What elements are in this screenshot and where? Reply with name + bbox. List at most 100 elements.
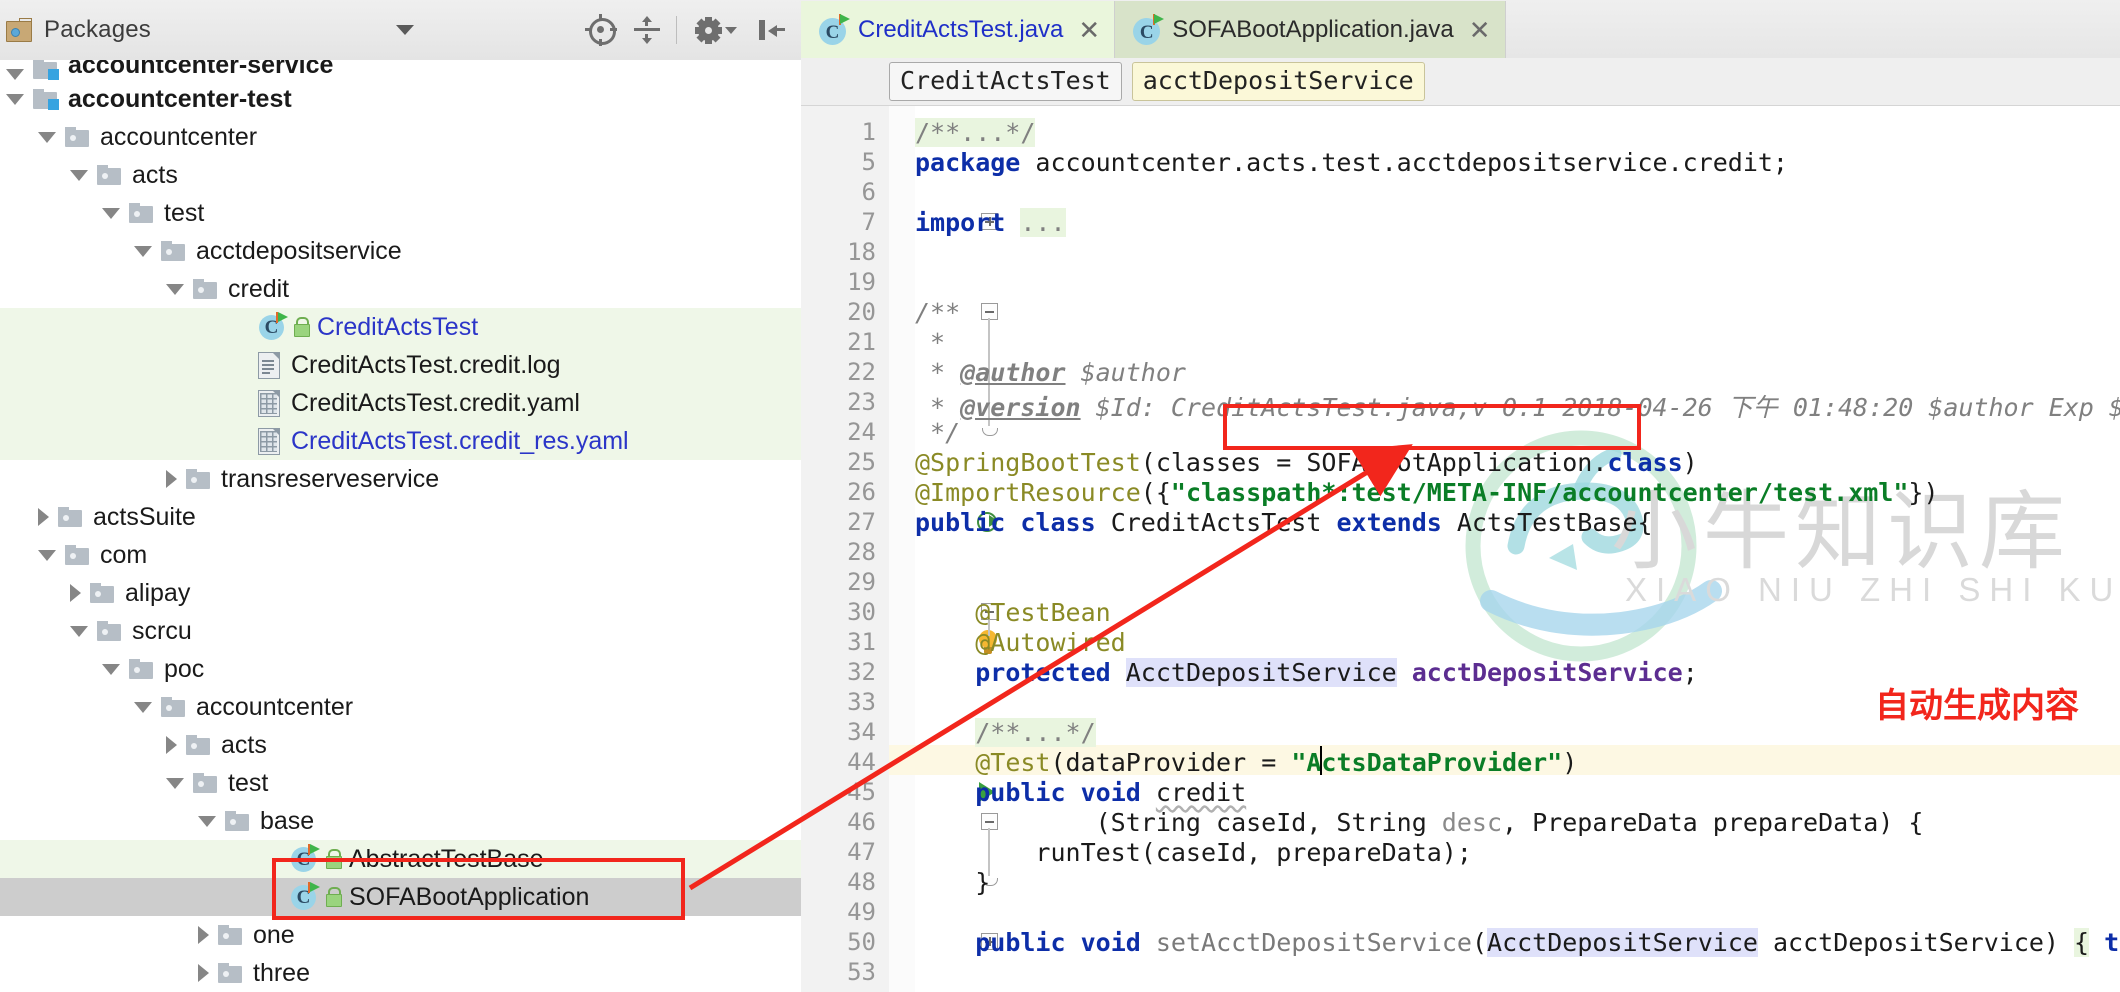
- chevron-right-icon[interactable]: [70, 584, 81, 602]
- tree-item-acts[interactable]: acts: [0, 726, 801, 764]
- code-line[interactable]: @SpringBootTest(classes = SOFABootApplic…: [915, 448, 1698, 477]
- chevron-down-icon[interactable]: [70, 169, 88, 181]
- chevron-down-icon[interactable]: [38, 131, 56, 143]
- tree-item-alipay[interactable]: alipay: [0, 574, 801, 612]
- tree-item-accountcenter-service[interactable]: accountcenter-service: [0, 60, 801, 80]
- code-line[interactable]: * @version $Id: CreditActsTest.java,v 0.…: [915, 388, 2120, 424]
- tree-item-transreserveservice[interactable]: transreserveservice: [0, 460, 801, 498]
- breadcrumb-item[interactable]: CreditActsTest: [889, 62, 1122, 101]
- close-icon[interactable]: ✕: [1469, 17, 1491, 43]
- chevron-right-icon[interactable]: [166, 736, 177, 754]
- tree-item-acctdepositservice[interactable]: acctdepositservice: [0, 232, 801, 270]
- tree-item-label: CreditActsTest.credit.log: [291, 350, 561, 379]
- line-number: 29: [847, 568, 876, 596]
- editor-tab-sofabootapplication-java[interactable]: C SOFABootApplication.java ✕: [1115, 1, 1506, 58]
- watermark-pinyin-text: XIAO NIU ZHI SHI KU: [1625, 571, 2120, 608]
- chevron-down-icon[interactable]: [166, 777, 184, 789]
- code-line[interactable]: */: [915, 418, 960, 447]
- locate-in-tree-button[interactable]: [578, 7, 624, 53]
- tree-item-poc[interactable]: poc: [0, 650, 801, 688]
- code-line[interactable]: (String caseId, String desc, PrepareData…: [915, 808, 1924, 837]
- hide-panel-button[interactable]: [749, 7, 795, 53]
- chevron-down-icon[interactable]: [102, 663, 120, 675]
- yaml-file-icon: [257, 427, 281, 455]
- tree-item-one[interactable]: one: [0, 916, 801, 954]
- code-line[interactable]: }: [915, 988, 930, 992]
- chevron-down-icon[interactable]: [198, 815, 216, 827]
- watermark-logo-icon: [1465, 430, 1722, 662]
- chevron-down-icon[interactable]: [396, 25, 414, 35]
- chevron-down-icon[interactable]: [6, 93, 24, 105]
- tree-item-scrcu[interactable]: scrcu: [0, 612, 801, 650]
- code-line[interactable]: /**: [915, 298, 960, 327]
- chevron-down-icon[interactable]: [70, 625, 88, 637]
- chevron-right-icon[interactable]: [166, 470, 177, 488]
- code-line[interactable]: }: [915, 868, 990, 897]
- project-tree[interactable]: accountcenter-service accountcenter-test a…: [0, 60, 801, 992]
- chevron-down-icon[interactable]: [725, 26, 737, 34]
- code-line[interactable]: protected AcctDepositService acctDeposit…: [915, 658, 1698, 687]
- chevron-down-icon[interactable]: [38, 549, 56, 561]
- chevron-down-icon[interactable]: [134, 701, 152, 713]
- code-line[interactable]: *: [915, 328, 945, 357]
- collapse-all-button[interactable]: [624, 7, 670, 53]
- public-lock-icon: [325, 887, 342, 907]
- tree-item-creditactstest-credit-res-yaml[interactable]: CreditActsTest.credit_res.yaml: [0, 422, 801, 460]
- code-line[interactable]: /**...*/: [915, 118, 1036, 147]
- tree-item-abstracttestbase[interactable]: C AbstractTestBase: [0, 840, 801, 878]
- tree-item-accountcenter-test[interactable]: accountcenter-test: [0, 80, 801, 118]
- breadcrumb-item[interactable]: acctDepositService: [1131, 62, 1425, 101]
- code-line[interactable]: import ...: [915, 208, 1066, 237]
- tree-item-accountcenter[interactable]: accountcenter: [0, 688, 801, 726]
- close-icon[interactable]: ✕: [1078, 17, 1100, 43]
- chevron-right-icon[interactable]: [198, 964, 209, 982]
- editor-tabs: C CreditActsTest.java ✕ C SOFABootApplicatio…: [801, 0, 2120, 59]
- tree-item-creditactstest[interactable]: C CreditActsTest: [0, 308, 801, 346]
- code-line[interactable]: * @author $author: [915, 358, 1186, 387]
- line-number: 18: [847, 238, 876, 266]
- chevron-down-icon[interactable]: [102, 207, 120, 219]
- code-line[interactable]: public void setAcctDepositService(AcctDe…: [915, 928, 2120, 957]
- tree-item-creditactstest-credit-yaml[interactable]: CreditActsTest.credit.yaml: [0, 384, 801, 422]
- tree-item-creditactstest-credit-log[interactable]: CreditActsTest.credit.log: [0, 346, 801, 384]
- tree-item-accountcenter[interactable]: accountcenter: [0, 118, 801, 156]
- view-selector[interactable]: Packages: [6, 7, 414, 53]
- ide-window: Packages accountcenter-service accountce…: [0, 0, 2120, 992]
- code-line[interactable]: package accountcenter.acts.test.acctdepo…: [915, 148, 1788, 177]
- tree-item-base[interactable]: base: [0, 802, 801, 840]
- code-line[interactable]: @TestBean: [915, 598, 1110, 627]
- code-line[interactable]: public void credit: [915, 778, 1246, 807]
- line-number: 26: [847, 478, 876, 506]
- code-line[interactable]: runTest(caseId, prepareData);: [915, 838, 1472, 867]
- chevron-right-icon[interactable]: [38, 508, 49, 526]
- tree-item-test[interactable]: test: [0, 194, 801, 232]
- tree-item-credit[interactable]: credit: [0, 270, 801, 308]
- tree-item-sofabootapplication[interactable]: C SOFABootApplication: [0, 878, 801, 916]
- tree-item-com[interactable]: com: [0, 536, 801, 574]
- editor-tab-creditactstest-java[interactable]: C CreditActsTest.java ✕: [801, 1, 1116, 58]
- tree-item-three[interactable]: three: [0, 954, 801, 992]
- tree-item-actssuite[interactable]: actsSuite: [0, 498, 801, 536]
- code-line[interactable]: public class CreditActsTest extends Acts…: [915, 508, 1653, 537]
- code-folding-column[interactable]: [889, 106, 998, 992]
- chevron-down-icon[interactable]: [6, 69, 24, 80]
- folder-icon: [218, 924, 244, 946]
- fold-end-icon[interactable]: [982, 428, 998, 437]
- settings-button[interactable]: [683, 7, 749, 53]
- chevron-down-icon[interactable]: [166, 283, 184, 295]
- yaml-file-icon: [257, 389, 281, 417]
- chevron-down-icon[interactable]: [134, 245, 152, 257]
- code-line[interactable]: @Autowired: [915, 628, 1126, 657]
- tree-item-acts[interactable]: acts: [0, 156, 801, 194]
- log-file-icon: [257, 351, 281, 379]
- code-editor[interactable]: 1 5 6 7 18 19 20 21 22 23 24 25 26 27 28 29 30 31 32 33 34 44…: [801, 106, 2120, 992]
- code-line[interactable]: @Test(dataProvider = "ActsDataProvider"): [915, 748, 1577, 777]
- line-number-gutter: 1 5 6 7 18 19 20 21 22 23 24 25 26 27 28 29 30 31 32 33 34 44…: [801, 106, 890, 992]
- code-line[interactable]: /**...*/: [915, 718, 1096, 747]
- tree-item-label: SOFABootApplication: [349, 882, 590, 911]
- code-line[interactable]: @ImportResource({"classpath*:test/META-I…: [915, 478, 1939, 507]
- chevron-right-icon[interactable]: [198, 926, 209, 944]
- tree-item-test[interactable]: test: [0, 764, 801, 802]
